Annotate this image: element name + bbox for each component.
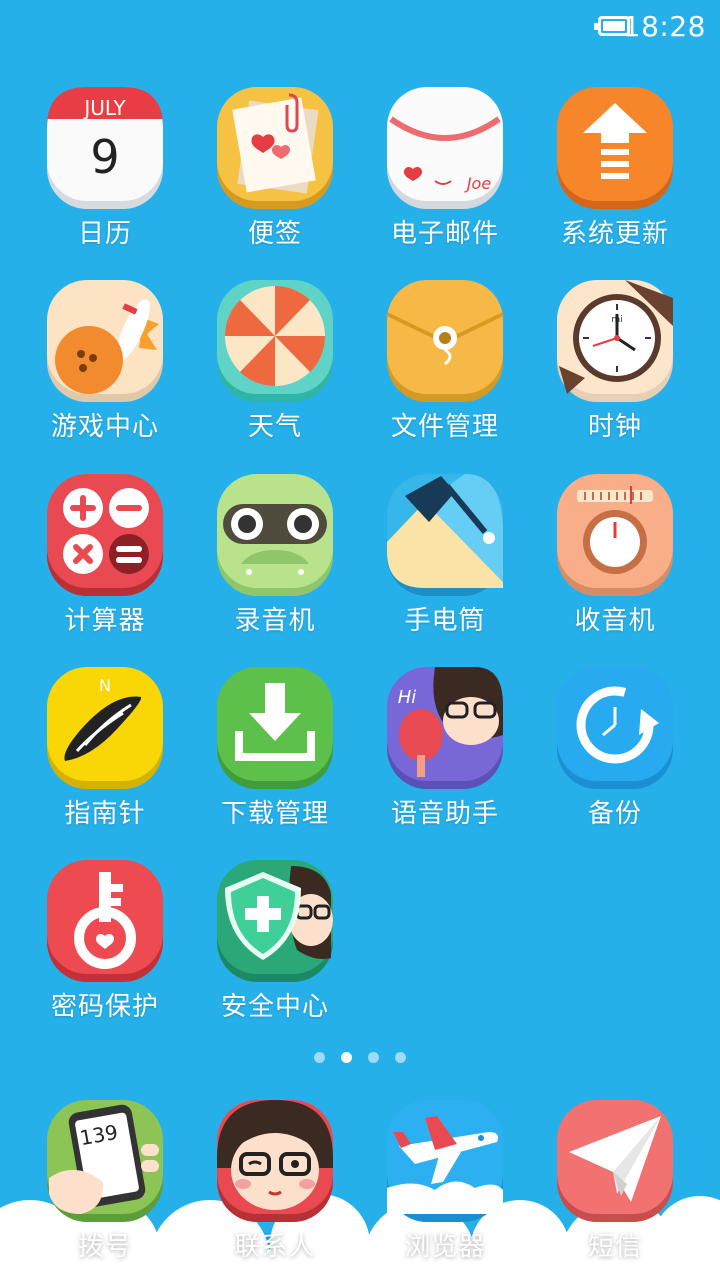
app-label: 短信 xyxy=(587,1232,642,1262)
app-label: 日历 xyxy=(77,219,132,249)
folder-envelope-icon xyxy=(385,278,505,404)
app-label: 便签 xyxy=(247,219,302,249)
voice-assistant-icon: Hi xyxy=(385,665,505,791)
app-file-manager[interactable]: 文件管理 xyxy=(360,278,530,458)
app-radio[interactable]: 收音机 xyxy=(530,472,700,652)
app-security[interactable]: 安全中心 xyxy=(190,858,360,1038)
app-email[interactable]: Joe 电子邮件 xyxy=(360,85,530,265)
app-label: 收音机 xyxy=(574,606,656,636)
status-time: 18:28 xyxy=(622,10,706,43)
app-downloads[interactable]: 下载管理 xyxy=(190,665,360,845)
app-weather[interactable]: 天气 xyxy=(190,278,360,458)
phone-in-hand-icon: 139 xyxy=(45,1098,165,1224)
app-recorder[interactable]: 录音机 xyxy=(190,472,360,652)
app-notes[interactable]: 便签 xyxy=(190,85,360,265)
page-dot[interactable] xyxy=(395,1052,406,1063)
app-password[interactable]: 密码保护 xyxy=(20,858,190,1038)
app-label: 指南针 xyxy=(64,799,146,829)
app-label: 联系人 xyxy=(234,1232,316,1262)
app-label: 安全中心 xyxy=(220,992,329,1022)
dock-app-dialer[interactable]: 139 拨号 xyxy=(20,1098,190,1278)
dock-app-messages[interactable]: 短信 xyxy=(530,1098,700,1278)
wristwatch-icon: mi xyxy=(555,278,675,404)
svg-text:N: N xyxy=(99,676,111,695)
app-compass[interactable]: N 指南针 xyxy=(20,665,190,845)
girl-avatar-icon xyxy=(215,1098,335,1224)
app-label: 时钟 xyxy=(587,412,642,442)
paper-plane-icon xyxy=(555,1098,675,1224)
svg-text:Joe: Joe xyxy=(464,174,492,193)
svg-text:Hi: Hi xyxy=(398,687,417,708)
app-backup[interactable]: 备份 xyxy=(530,665,700,845)
app-clock[interactable]: mi 时钟 xyxy=(530,278,700,458)
key-heart-icon xyxy=(45,858,165,984)
app-voice-assistant[interactable]: Hi 语音助手 xyxy=(360,665,530,845)
app-label: 备份 xyxy=(587,799,642,829)
app-label: 文件管理 xyxy=(390,412,499,442)
app-calendar[interactable]: JULY 9 日历 xyxy=(20,85,190,265)
calendar-icon: JULY 9 xyxy=(45,85,165,211)
app-system-update[interactable]: 系统更新 xyxy=(530,85,700,265)
svg-text:9: 9 xyxy=(90,130,119,184)
download-icon xyxy=(215,665,335,791)
app-label: 密码保护 xyxy=(50,992,159,1022)
app-label: 系统更新 xyxy=(560,219,669,249)
shield-plus-icon xyxy=(215,858,335,984)
calculator-icon xyxy=(45,472,165,598)
backup-clock-icon xyxy=(555,665,675,791)
app-flashlight[interactable]: 手电筒 xyxy=(360,472,530,652)
desk-lamp-icon xyxy=(385,472,505,598)
cassette-icon xyxy=(215,472,335,598)
app-label: 浏览器 xyxy=(404,1232,486,1262)
dock-app-contacts[interactable]: 联系人 xyxy=(190,1098,360,1278)
envelope-icon: Joe xyxy=(385,85,505,211)
app-label: 录音机 xyxy=(234,606,316,636)
app-label: 下载管理 xyxy=(220,799,329,829)
app-label: 语音助手 xyxy=(390,799,499,829)
page-dot-active[interactable] xyxy=(341,1052,352,1063)
radio-dial-icon xyxy=(555,472,675,598)
compass-icon: N xyxy=(45,665,165,791)
app-label: 天气 xyxy=(247,412,302,442)
app-label: 手电筒 xyxy=(404,606,486,636)
status-bar: 18:28 xyxy=(0,0,720,56)
bowling-icon xyxy=(45,278,165,404)
page-dot[interactable] xyxy=(368,1052,379,1063)
app-calculator[interactable]: 计算器 xyxy=(20,472,190,652)
page-indicator[interactable] xyxy=(0,1048,720,1064)
app-label: 计算器 xyxy=(64,606,146,636)
pinwheel-icon xyxy=(215,278,335,404)
dock-app-browser[interactable]: 浏览器 xyxy=(360,1098,530,1278)
app-label: 游戏中心 xyxy=(50,412,159,442)
airplane-icon xyxy=(385,1098,505,1224)
svg-text:JULY: JULY xyxy=(82,96,126,120)
up-arrow-icon xyxy=(555,85,675,211)
app-label: 电子邮件 xyxy=(390,219,499,249)
page-dot[interactable] xyxy=(314,1052,325,1063)
app-label: 拨号 xyxy=(77,1232,132,1262)
notepad-icon xyxy=(215,85,335,211)
app-game-center[interactable]: 游戏中心 xyxy=(20,278,190,458)
